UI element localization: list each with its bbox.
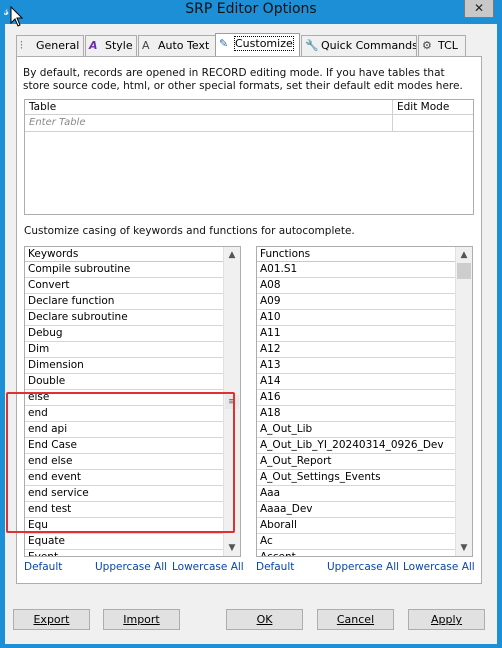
functions-list-item[interactable]: A09	[257, 294, 456, 310]
keywords-header: Keywords	[25, 247, 224, 262]
scroll-down-icon[interactable]: ▼	[456, 540, 472, 556]
keywords-list-item[interactable]: Dimension	[25, 358, 224, 374]
row-divider	[25, 131, 473, 132]
window-title: SRP Editor Options	[185, 1, 317, 17]
functions-list-item[interactable]: A14	[257, 374, 456, 390]
column-header-edit-mode[interactable]: Edit Mode	[393, 100, 473, 115]
table-edit-mode-grid[interactable]: Table Edit Mode Enter Table	[24, 99, 474, 215]
keywords-list-item[interactable]: Equate	[25, 534, 224, 550]
functions-header: Functions	[257, 247, 456, 262]
apply-button[interactable]: Apply	[408, 609, 485, 630]
functions-list-item[interactable]: A18	[257, 406, 456, 422]
functions-list-item[interactable]: A_Out_Lib_YI_20240314_0926_Dev	[257, 438, 456, 454]
tab-tcl[interactable]: ⚙ TCL	[418, 35, 466, 56]
dialog-window: 𝓈 SRP Editor Options ✕ ⫶ General A Style A…	[0, 0, 502, 648]
close-button[interactable]: ✕	[464, 0, 494, 18]
sliders-icon: ⫶	[20, 39, 23, 52]
column-divider	[392, 100, 393, 132]
keywords-uppercase-all-link[interactable]: Uppercase All	[95, 561, 167, 573]
functions-list[interactable]: Functions A01.S1 A08 A09 A10 A11 A12 A13 A14 A16…	[256, 246, 473, 557]
functions-scrollbar[interactable]: ▲ ▼	[455, 247, 472, 556]
functions-list-item[interactable]: Aaaa_Dev	[257, 502, 456, 518]
dialog-client-area: ⫶ General A Style A Auto Text ✎ Customize 🔧 Q…	[5, 24, 497, 644]
auto-text-icon: A	[142, 39, 150, 52]
export-button[interactable]: Export	[13, 609, 90, 630]
info-text: By default, records are opened in RECORD…	[23, 67, 463, 92]
cancel-button[interactable]: Cancel	[317, 609, 394, 630]
functions-list-item[interactable]: A_Out_Settings_Events	[257, 470, 456, 486]
functions-list-item[interactable]: Aaa	[257, 486, 456, 502]
enter-table-placeholder[interactable]: Enter Table	[29, 117, 85, 128]
functions-list-item[interactable]: A10	[257, 310, 456, 326]
functions-uppercase-all-link[interactable]: Uppercase All	[327, 561, 399, 573]
functions-list-item[interactable]: A12	[257, 342, 456, 358]
tab-quick-commands[interactable]: 🔧 Quick Commands	[301, 35, 417, 56]
scroll-down-icon[interactable]: ▼	[224, 540, 240, 556]
functions-rows: A01.S1 A08 A09 A10 A11 A12 A13 A14 A16 A18 A_Out_L…	[257, 262, 456, 556]
font-style-icon: A	[89, 39, 98, 52]
functions-list-item[interactable]: A_Out_Report	[257, 454, 456, 470]
customize-icon: ✎	[219, 37, 229, 50]
functions-lowercase-all-link[interactable]: Lowercase All	[403, 561, 475, 573]
keywords-list-item[interactable]: Declare subroutine	[25, 310, 224, 326]
ok-button[interactable]: OK	[226, 609, 303, 630]
mouse-cursor-icon	[10, 6, 24, 27]
scroll-up-icon[interactable]: ▲	[224, 247, 240, 263]
title-bar[interactable]: 𝓈 SRP Editor Options ✕	[0, 0, 502, 22]
keywords-list-item[interactable]: Dim	[25, 342, 224, 358]
casing-text: Customize casing of keywords and functio…	[24, 225, 355, 237]
keywords-list-item[interactable]: Declare function	[25, 294, 224, 310]
functions-list-item[interactable]: Aborall	[257, 518, 456, 534]
functions-list-item[interactable]: A_Out_Lib	[257, 422, 456, 438]
functions-list-item[interactable]: Accent	[257, 550, 456, 556]
scroll-thumb[interactable]	[457, 263, 471, 279]
wrench-icon: 🔧	[305, 39, 319, 52]
keywords-list-item[interactable]: Event	[25, 550, 224, 556]
functions-list-item[interactable]: A08	[257, 278, 456, 294]
functions-list-item[interactable]: A01.S1	[257, 262, 456, 278]
keywords-list-item[interactable]: Compile subroutine	[25, 262, 224, 278]
gear-icon: ⚙	[422, 39, 432, 52]
tab-customize[interactable]: ✎ Customize	[215, 33, 300, 57]
keywords-list-item[interactable]: Double	[25, 374, 224, 390]
keywords-lowercase-all-link[interactable]: Lowercase All	[172, 561, 244, 573]
scroll-up-icon[interactable]: ▲	[456, 247, 472, 263]
functions-list-item[interactable]: A16	[257, 390, 456, 406]
keywords-list-item[interactable]: Convert	[25, 278, 224, 294]
tab-style[interactable]: A Style	[85, 35, 137, 56]
tab-auto-text[interactable]: A Auto Text	[138, 35, 216, 56]
column-header-table[interactable]: Table	[25, 100, 392, 115]
import-button[interactable]: Import	[103, 609, 180, 630]
functions-default-link[interactable]: Default	[256, 561, 294, 573]
keywords-default-link[interactable]: Default	[24, 561, 62, 573]
functions-list-item[interactable]: Ac	[257, 534, 456, 550]
keywords-list-item[interactable]: Debug	[25, 326, 224, 342]
highlight-annotation-box	[6, 392, 235, 533]
functions-list-item[interactable]: A13	[257, 358, 456, 374]
tab-general[interactable]: ⫶ General	[16, 35, 84, 56]
functions-list-item[interactable]: A11	[257, 326, 456, 342]
